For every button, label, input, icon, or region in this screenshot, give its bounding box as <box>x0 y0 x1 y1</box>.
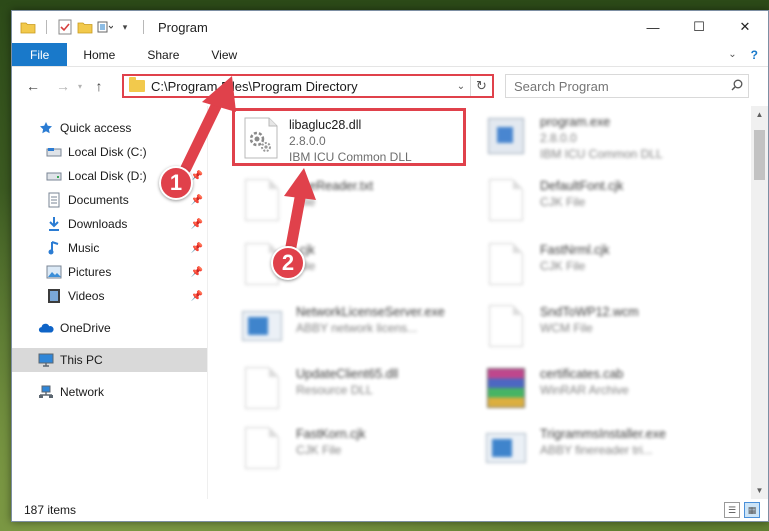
step-2-badge: 2 <box>271 246 305 280</box>
arrow-to-address-bar <box>180 76 236 174</box>
annotation-arrows <box>180 76 316 258</box>
arrow-to-dll-file <box>284 168 316 258</box>
step-1-badge: 1 <box>159 166 193 200</box>
